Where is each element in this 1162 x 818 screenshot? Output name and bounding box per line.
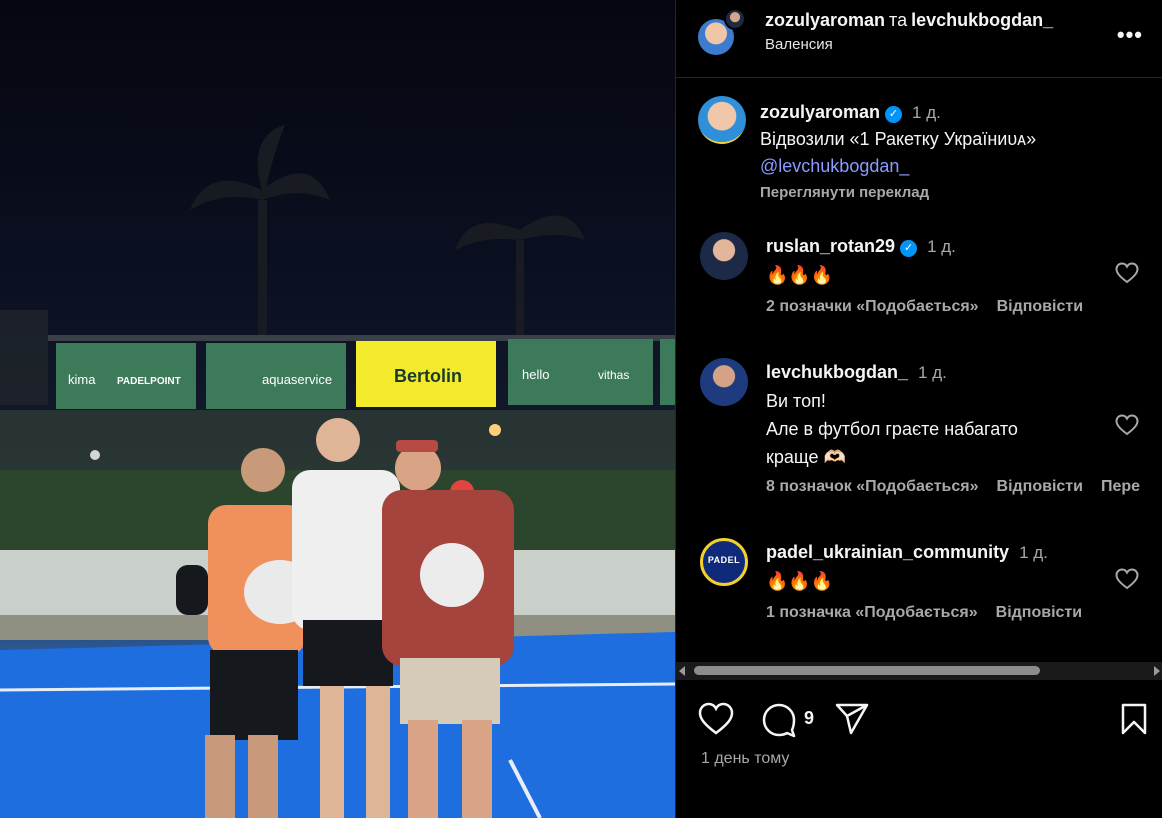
post-photo[interactable]: kima PADELPOINT aquaservice Bertolin hel… bbox=[0, 0, 675, 818]
svg-text:Bertolin: Bertolin bbox=[394, 366, 462, 386]
caption-avatar[interactable] bbox=[698, 96, 746, 144]
comment-age: 1 д. bbox=[1019, 543, 1048, 562]
verified-icon: ✓ bbox=[885, 106, 903, 123]
banner-kima: kima bbox=[68, 372, 96, 387]
comment-age: 1 д. bbox=[918, 363, 947, 382]
caption-mention[interactable]: @levchukbogdan_ bbox=[760, 156, 909, 176]
comment-icon[interactable] bbox=[761, 702, 797, 738]
see-translation-link[interactable]: Пере bbox=[1101, 478, 1140, 495]
heart-icon[interactable] bbox=[1115, 262, 1139, 284]
avatar-logo-text: PADEL bbox=[707, 555, 741, 565]
heart-icon[interactable] bbox=[1115, 414, 1139, 436]
comment-username[interactable]: levchukbogdan_ bbox=[766, 362, 908, 382]
svg-text:aquaservice: aquaservice bbox=[262, 372, 332, 387]
comment-username[interactable]: ruslan_rotan29 bbox=[766, 236, 895, 256]
svg-text:hello: hello bbox=[522, 367, 549, 382]
comment-likes[interactable]: 2 позначки «Подобається» bbox=[766, 298, 979, 315]
post-actions: 9 bbox=[676, 700, 1162, 740]
comment-text: 🔥🔥🔥 bbox=[766, 265, 834, 285]
comment-age: 1 д. bbox=[927, 237, 956, 256]
location-link[interactable]: Валенсия bbox=[765, 36, 833, 53]
comment-count: 9 bbox=[804, 708, 815, 728]
commenter-avatar[interactable] bbox=[700, 232, 748, 280]
reply-button[interactable]: Відповісти bbox=[997, 478, 1083, 495]
post-header: zozulyaroman та levchukbogdan_ Валенсия ••… bbox=[676, 0, 1162, 78]
coauthor-link[interactable]: levchukbogdan_ bbox=[911, 10, 1053, 30]
see-translation-link[interactable]: Переглянути переклад bbox=[760, 182, 1150, 204]
heart-icon[interactable] bbox=[698, 702, 734, 736]
coauthor-avatar[interactable] bbox=[724, 8, 746, 30]
author-link[interactable]: zozulyaroman bbox=[765, 10, 885, 30]
reply-button[interactable]: Відповісти bbox=[997, 298, 1083, 315]
padel-court-scene: kima PADELPOINT aquaservice Bertolin hel… bbox=[0, 125, 675, 818]
coauthor-join: та bbox=[889, 10, 908, 30]
commenter-avatar[interactable]: PADEL bbox=[700, 538, 748, 586]
verified-icon: ✓ bbox=[900, 240, 918, 257]
caption-username[interactable]: zozulyaroman bbox=[760, 102, 880, 122]
bookmark-icon[interactable] bbox=[1119, 702, 1149, 736]
share-icon[interactable] bbox=[834, 702, 870, 736]
svg-text:PADELPOINT: PADELPOINT bbox=[117, 376, 181, 387]
commenter-avatar[interactable] bbox=[700, 358, 748, 406]
horizontal-scrollbar[interactable] bbox=[676, 662, 1162, 680]
post-timestamp[interactable]: 1 день тому bbox=[701, 750, 789, 768]
more-icon[interactable]: ••• bbox=[1117, 22, 1143, 48]
caption-text: Відвозили «1 Ракетку Україниᴜᴀ» bbox=[760, 129, 1037, 149]
svg-text:vithas: vithas bbox=[598, 368, 629, 382]
post-authors: zozulyaroman та levchukbogdan_ bbox=[765, 10, 1053, 31]
reply-button[interactable]: Відповісти bbox=[996, 604, 1082, 621]
comment-text: 🔥🔥🔥 bbox=[766, 571, 834, 591]
comment-text-line: краще 🫶🏻 bbox=[766, 447, 846, 467]
caption-age: 1 д. bbox=[912, 103, 941, 122]
comment-likes[interactable]: 8 позначок «Подобається» bbox=[766, 478, 979, 495]
scrollbar-thumb[interactable] bbox=[694, 666, 1040, 675]
comment-username[interactable]: padel_ukrainian_community bbox=[766, 542, 1009, 562]
comment-text-line: Ви топ! bbox=[766, 391, 826, 411]
comment-text-line: Але в футбол граєте набагато bbox=[766, 419, 1018, 439]
post-details-panel: zozulyaroman та levchukbogdan_ Валенсия ••… bbox=[675, 0, 1162, 818]
scroll-right-arrow-icon[interactable] bbox=[1154, 666, 1160, 676]
comment-likes[interactable]: 1 позначка «Подобається» bbox=[766, 604, 978, 621]
scroll-left-arrow-icon[interactable] bbox=[679, 666, 685, 676]
heart-icon[interactable] bbox=[1115, 568, 1139, 590]
